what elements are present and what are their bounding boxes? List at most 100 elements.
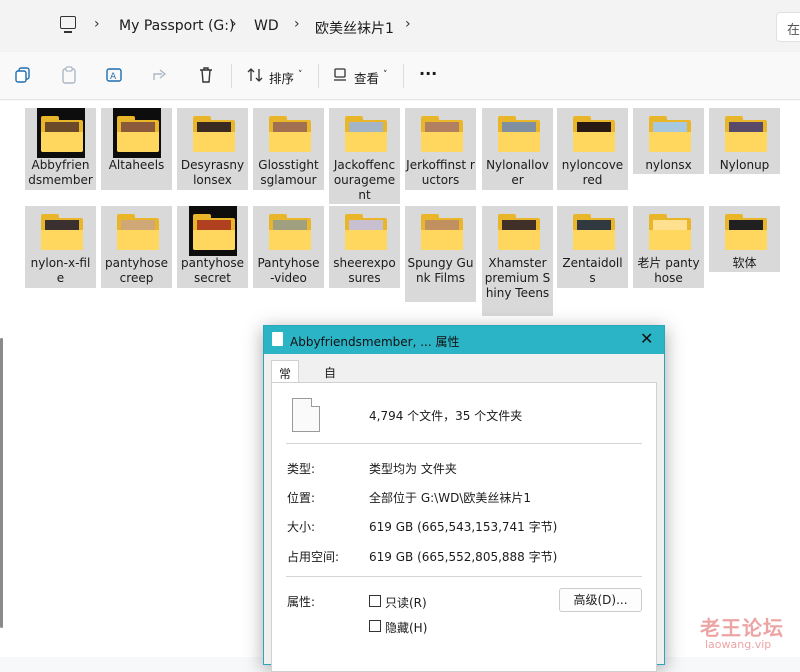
location-value: 全部位于 G:\WD\欧美丝袜片1 <box>369 491 531 505</box>
folder-icon <box>189 108 237 158</box>
breadcrumb-drive[interactable]: My Passport (G:) <box>119 18 234 34</box>
folder-name: Nylonallov er <box>486 158 549 187</box>
view-icon[interactable] <box>331 66 349 84</box>
folder-icon <box>37 206 85 256</box>
folder-name: Zentaidoll s <box>562 256 623 285</box>
folder-icon <box>341 108 389 158</box>
sort-button[interactable]: 排序 <box>269 68 294 87</box>
type-label: 类型: <box>287 462 316 476</box>
folder-item[interactable]: pantyhose secret <box>177 206 248 288</box>
folder-item[interactable]: pantyhose creep <box>101 206 172 288</box>
divider <box>286 576 642 577</box>
hidden-checkbox[interactable] <box>369 620 381 632</box>
tab-general[interactable]: 常规 <box>271 360 300 398</box>
folder-icon <box>265 206 313 256</box>
folder-item[interactable]: 软体 <box>709 206 780 272</box>
folder-item[interactable]: Altaheels <box>101 108 172 190</box>
folder-name: 老片 pantyhose <box>637 256 700 285</box>
close-button[interactable]: ✕ <box>640 329 653 348</box>
folder-item[interactable]: 老片 pantyhose <box>633 206 704 288</box>
folder-name: Altaheels <box>108 158 165 172</box>
view-button[interactable]: 查看 <box>354 68 379 87</box>
dialog-titlebar[interactable]: Abbyfriendsmember, ... 属性 ✕ <box>264 326 664 354</box>
folder-icon <box>36 108 85 158</box>
dialog-title: Abbyfriendsmember, ... 属性 <box>290 335 460 349</box>
folder-name: Nylonup <box>719 158 770 172</box>
folder-icon <box>265 108 313 158</box>
toolbar-divider <box>318 64 319 88</box>
size-on-disk-label: 占用空间: <box>287 550 340 564</box>
folder-name: nylonsx <box>645 158 692 172</box>
breadcrumb-wd[interactable]: WD <box>254 18 279 34</box>
folder-item[interactable]: Glosstight sglamour <box>253 108 324 190</box>
folder-item[interactable]: Abbyfrien dsmember <box>25 108 96 190</box>
folder-item[interactable]: sheerexpo sures <box>329 206 400 288</box>
chevron-right-icon[interactable]: › <box>94 16 100 32</box>
folder-item[interactable]: Nylonallov er <box>482 108 553 190</box>
folder-name: Pantyhose -video <box>257 256 320 285</box>
folder-name: Jerkoffinst ructors <box>406 158 475 187</box>
folder-name: Spungy Gunk Films <box>407 256 474 285</box>
divider <box>286 443 642 444</box>
file-count-summary: 4,794 个文件，35 个文件夹 <box>369 409 523 423</box>
readonly-label[interactable]: 只读(R) <box>385 594 427 611</box>
folder-icon <box>494 108 542 158</box>
folder-icon <box>569 206 617 256</box>
scrollbar[interactable] <box>0 338 3 628</box>
folder-icon <box>341 206 389 256</box>
folder-item[interactable]: Jerkoffinst ructors <box>405 108 476 190</box>
delete-icon[interactable] <box>197 66 215 84</box>
folder-item[interactable]: nyloncove red <box>557 108 628 190</box>
command-bar: A 排序 ˅ 查看 ˅ ··· <box>0 52 800 100</box>
folder-item[interactable]: Xhamster premium Shiny Teens <box>482 206 553 316</box>
folder-item[interactable]: Jackoffenc ourageme nt <box>329 108 400 204</box>
folder-icon <box>721 108 769 158</box>
folder-item[interactable]: nylon-x-fil e <box>25 206 96 288</box>
size-value: 619 GB (665,543,153,741 字节) <box>369 520 558 534</box>
file-icon <box>272 332 283 346</box>
folder-item[interactable]: nylonsx <box>633 108 704 174</box>
properties-dialog: Abbyfriendsmember, ... 属性 ✕ 常规 自定义 4,794… <box>263 325 665 672</box>
chevron-right-icon[interactable]: › <box>231 16 237 32</box>
type-value: 类型均为 文件夹 <box>369 462 457 476</box>
svg-text:A: A <box>110 72 117 82</box>
folder-item[interactable]: Desyrasny lonsex <box>177 108 248 190</box>
sort-icon[interactable] <box>246 66 264 84</box>
folder-name: pantyhose secret <box>181 256 244 285</box>
readonly-checkbox[interactable] <box>369 595 381 607</box>
chevron-down-icon[interactable]: ˅ <box>298 70 303 80</box>
search-input[interactable]: 在 <box>776 12 800 42</box>
chevron-right-icon[interactable]: › <box>294 16 300 32</box>
folder-icon <box>417 108 465 158</box>
folder-icon <box>417 206 465 256</box>
folder-icon <box>645 206 693 256</box>
breadcrumb-current[interactable]: 欧美丝袜片1 <box>315 18 394 38</box>
watermark: 老王论坛 <box>700 616 784 640</box>
chevron-down-icon[interactable]: ˅ <box>383 70 388 80</box>
share-icon[interactable] <box>151 66 169 84</box>
folder-icon <box>569 108 617 158</box>
folder-name: nylon-x-fil e <box>30 256 91 285</box>
folder-item[interactable]: Zentaidoll s <box>557 206 628 288</box>
this-pc-icon[interactable] <box>60 16 76 33</box>
more-options-button[interactable]: ··· <box>419 64 437 83</box>
toolbar-divider <box>403 64 404 88</box>
attributes-label: 属性: <box>287 595 316 609</box>
folder-name: Xhamster premium Shiny Teens <box>484 256 551 300</box>
folder-item[interactable]: Spungy Gunk Films <box>405 206 476 302</box>
folder-item[interactable]: Nylonup <box>709 108 780 174</box>
folder-item[interactable]: Pantyhose -video <box>253 206 324 288</box>
chevron-right-icon[interactable]: › <box>405 16 411 32</box>
tab-customize[interactable]: 自定义 <box>317 360 343 414</box>
hidden-label[interactable]: 隐藏(H) <box>385 619 427 636</box>
folder-icon <box>494 206 542 256</box>
folder-icon <box>188 206 237 256</box>
rename-icon[interactable]: A <box>105 66 123 84</box>
copy-icon[interactable] <box>14 66 32 84</box>
folder-icon <box>645 108 693 158</box>
toolbar-divider <box>231 64 232 88</box>
advanced-button[interactable]: 高级(D)... <box>559 588 642 612</box>
watermark-url: laowang.vip <box>705 638 772 651</box>
paste-icon[interactable] <box>60 66 78 84</box>
location-label: 位置: <box>287 491 316 505</box>
